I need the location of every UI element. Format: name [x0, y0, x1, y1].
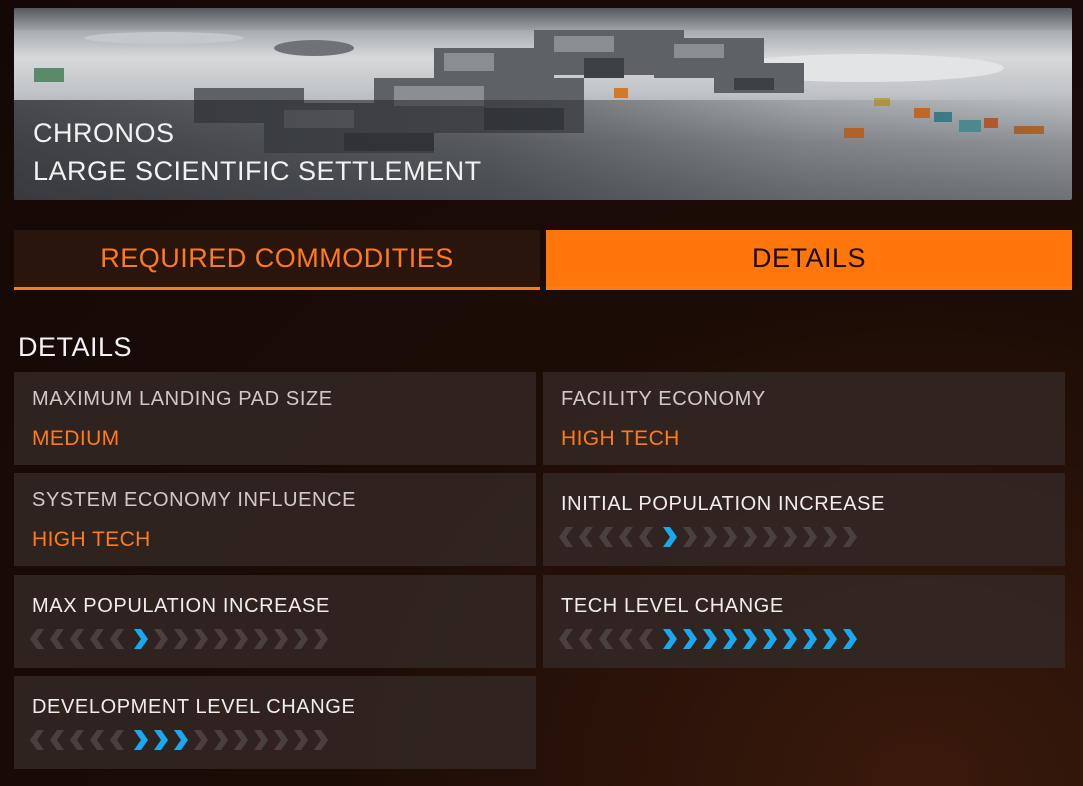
chevron-left-icon: [90, 730, 104, 750]
chevron-left-icon: [70, 730, 84, 750]
chevron-right-icon: [823, 527, 837, 547]
chevron-right-active-icon: [174, 730, 188, 750]
chevron-right-active-icon: [134, 730, 148, 750]
development-level-card: DEVELOPMENT LEVEL CHANGE: [14, 676, 536, 769]
chevron-right-icon: [154, 629, 168, 649]
chevron-left-icon: [619, 629, 633, 649]
chevron-right-active-icon: [154, 730, 168, 750]
chevron-left-icon: [619, 527, 633, 547]
chevron-right-icon: [314, 629, 328, 649]
chevron-right-icon: [194, 730, 208, 750]
chevron-right-icon: [254, 629, 268, 649]
chevron-right-icon: [843, 527, 857, 547]
chevron-left-icon: [70, 629, 84, 649]
chevron-right-active-icon: [763, 629, 777, 649]
settlement-type: LARGE SCIENTIFIC SETTLEMENT: [33, 156, 482, 186]
chevron-right-active-icon: [134, 629, 148, 649]
chevron-left-icon: [110, 730, 124, 750]
system-economy-card: SYSTEM ECONOMY INFLUENCE HIGH TECH: [14, 473, 536, 566]
tech-level-label: TECH LEVEL CHANGE: [561, 595, 784, 617]
chevron-right-active-icon: [663, 527, 677, 547]
max-population-card: MAX POPULATION INCREASE: [14, 575, 536, 668]
settlement-name: CHRONOS: [33, 118, 175, 148]
chevron-right-active-icon: [683, 629, 697, 649]
chevron-right-icon: [763, 527, 777, 547]
chevron-left-icon: [599, 527, 613, 547]
chevron-left-icon: [599, 629, 613, 649]
chevron-right-icon: [234, 730, 248, 750]
landing-pad-value: MEDIUM: [32, 427, 120, 450]
chevron-right-icon: [174, 629, 188, 649]
chevron-right-active-icon: [743, 629, 757, 649]
chevron-right-icon: [294, 629, 308, 649]
facility-economy-value: HIGH TECH: [561, 427, 680, 450]
chevron-right-active-icon: [803, 629, 817, 649]
tech-level-card: TECH LEVEL CHANGE: [543, 575, 1065, 668]
development-level-scale: [30, 730, 328, 750]
chevron-right-icon: [683, 527, 697, 547]
system-economy-value: HIGH TECH: [32, 528, 151, 551]
chevron-left-icon: [110, 629, 124, 649]
chevron-right-active-icon: [663, 629, 677, 649]
initial-population-scale: [559, 527, 857, 547]
chevron-right-icon: [214, 730, 228, 750]
chevron-right-icon: [803, 527, 817, 547]
chevron-left-icon: [579, 629, 593, 649]
chevron-left-icon: [50, 730, 64, 750]
chevron-left-icon: [639, 527, 653, 547]
chevron-right-icon: [743, 527, 757, 547]
chevron-right-active-icon: [823, 629, 837, 649]
chevron-left-icon: [639, 629, 653, 649]
development-level-label: DEVELOPMENT LEVEL CHANGE: [32, 696, 356, 718]
chevron-right-icon: [294, 730, 308, 750]
tech-level-scale: [559, 629, 857, 649]
chevron-right-icon: [214, 629, 228, 649]
chevron-right-icon: [314, 730, 328, 750]
tab-details[interactable]: DETAILS: [546, 230, 1072, 290]
system-economy-label: SYSTEM ECONOMY INFLUENCE: [32, 489, 357, 511]
facility-economy-card: FACILITY ECONOMY HIGH TECH: [543, 372, 1065, 465]
landing-pad-card: MAXIMUM LANDING PAD SIZE MEDIUM: [14, 372, 536, 465]
chevron-right-active-icon: [783, 629, 797, 649]
chevron-left-icon: [559, 527, 573, 547]
chevron-right-icon: [783, 527, 797, 547]
settlement-banner: CHRONOS LARGE SCIENTIFIC SETTLEMENT: [14, 8, 1072, 200]
chevron-left-icon: [559, 629, 573, 649]
chevron-left-icon: [579, 527, 593, 547]
chevron-right-icon: [274, 730, 288, 750]
chevron-left-icon: [50, 629, 64, 649]
chevron-right-icon: [274, 629, 288, 649]
chevron-left-icon: [30, 730, 44, 750]
landing-pad-label: MAXIMUM LANDING PAD SIZE: [32, 388, 333, 410]
initial-population-card: INITIAL POPULATION INCREASE: [543, 473, 1065, 566]
max-population-label: MAX POPULATION INCREASE: [32, 595, 330, 617]
chevron-right-icon: [723, 527, 737, 547]
chevron-right-icon: [194, 629, 208, 649]
chevron-right-active-icon: [723, 629, 737, 649]
chevron-right-icon: [234, 629, 248, 649]
chevron-left-icon: [30, 629, 44, 649]
chevron-left-icon: [90, 629, 104, 649]
tab-required-commodities[interactable]: REQUIRED COMMODITIES: [14, 230, 540, 290]
details-heading: DETAILS: [18, 332, 133, 362]
chevron-right-icon: [703, 527, 717, 547]
max-population-scale: [30, 629, 328, 649]
initial-population-label: INITIAL POPULATION INCREASE: [561, 493, 886, 515]
chevron-right-icon: [254, 730, 268, 750]
chevron-right-active-icon: [843, 629, 857, 649]
facility-economy-label: FACILITY ECONOMY: [561, 388, 766, 410]
chevron-right-active-icon: [703, 629, 717, 649]
